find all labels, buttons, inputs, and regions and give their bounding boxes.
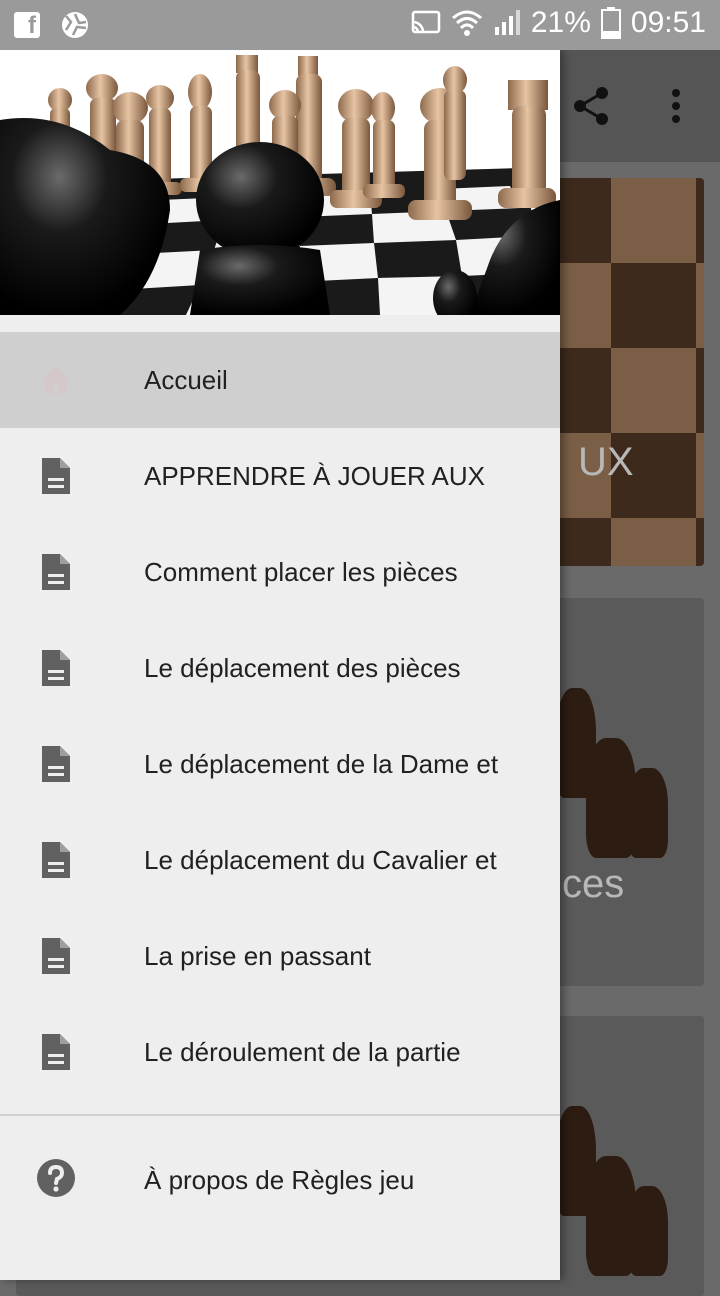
aperture-icon (62, 12, 88, 38)
menu-item-apprendre[interactable]: APPRENDRE À JOUER AUX (0, 428, 560, 524)
signal-icon (494, 10, 520, 35)
document-icon (42, 650, 70, 686)
card-title-fragment: UX (578, 440, 634, 484)
document-icon (42, 746, 70, 782)
menu-label: Accueil (144, 364, 228, 395)
drawer-menu: Accueil APPRENDRE À JOUER AUX Comment pl… (0, 332, 560, 1228)
status-bar: f 21% 09:51 (0, 0, 720, 50)
menu-item-prise-en-passant[interactable]: La prise en passant (0, 908, 560, 1004)
document-icon (42, 842, 70, 878)
chess-piece-image (628, 1186, 668, 1276)
document-icon (42, 554, 70, 590)
menu-item-placer-pieces[interactable]: Comment placer les pièces (0, 524, 560, 620)
card-title-fragment: ces (562, 862, 625, 906)
battery-icon (600, 7, 621, 39)
home-icon (41, 366, 71, 394)
menu-label: Le déplacement de la Dame et (144, 748, 499, 779)
battery-percent: 21% (530, 6, 591, 39)
menu-item-deroulement-partie[interactable]: Le déroulement de la partie (0, 1004, 560, 1100)
menu-label: La prise en passant (144, 940, 371, 971)
wifi-icon (451, 10, 482, 36)
menu-label: Le déplacement du Cavalier et (144, 844, 497, 875)
menu-item-deplacement-dame[interactable]: Le déplacement de la Dame et (0, 716, 560, 812)
menu-item-deplacement-pieces[interactable]: Le déplacement des pièces (0, 620, 560, 716)
share-icon[interactable] (570, 84, 614, 128)
facebook-icon: f (14, 12, 40, 39)
document-icon (42, 938, 70, 974)
help-icon (37, 1159, 75, 1197)
cast-icon (411, 10, 441, 34)
menu-item-deplacement-cavalier[interactable]: Le déplacement du Cavalier et (0, 812, 560, 908)
menu-item-accueil[interactable]: Accueil (0, 332, 560, 428)
chess-piece-image (628, 768, 668, 858)
menu-item-a-propos[interactable]: À propos de Règles jeu (0, 1132, 560, 1228)
menu-label: À propos de Règles jeu (144, 1164, 415, 1195)
menu-label: Comment placer les pièces (144, 556, 458, 587)
menu-label: Le déroulement de la partie (144, 1036, 461, 1067)
drawer-header-image (0, 50, 560, 315)
menu-label: APPRENDRE À JOUER AUX (144, 460, 485, 491)
navigation-drawer: Accueil APPRENDRE À JOUER AUX Comment pl… (0, 50, 560, 1280)
more-vert-icon[interactable] (666, 88, 686, 124)
menu-divider (0, 1114, 560, 1116)
clock: 09:51 (630, 6, 706, 39)
menu-label: Le déplacement des pièces (144, 652, 461, 683)
document-icon (42, 458, 70, 494)
document-icon (42, 1034, 70, 1070)
